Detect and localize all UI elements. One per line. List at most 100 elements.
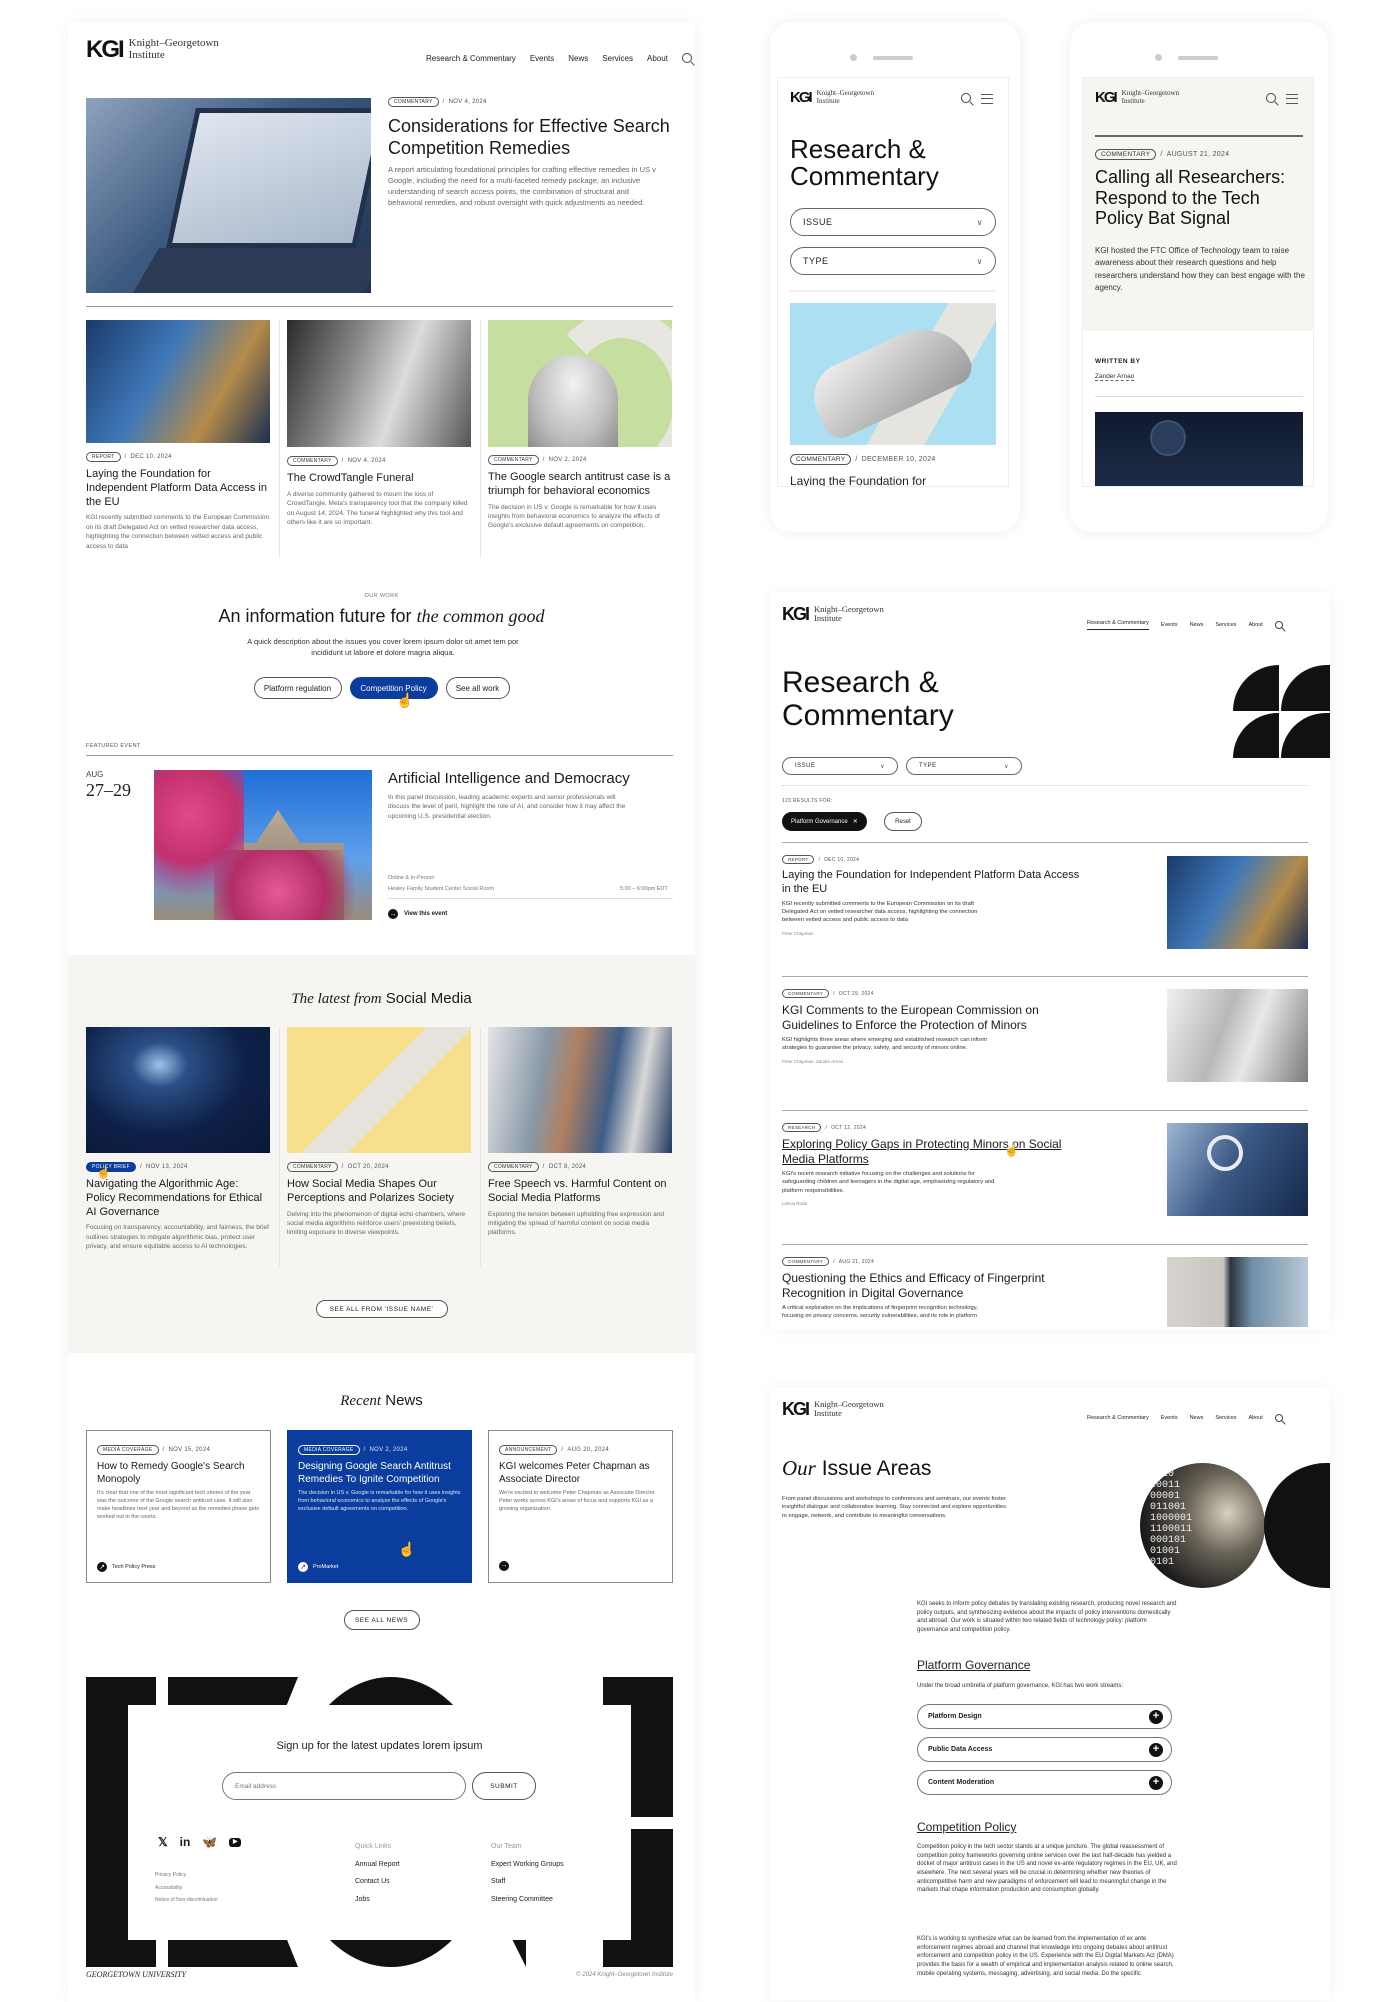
tag[interactable]: REPORT (86, 452, 121, 462)
tag[interactable]: COMMENTARY (790, 454, 852, 465)
news-link[interactable]: → (499, 1554, 509, 1572)
see-all-news-button[interactable]: SEE ALL NEWS (343, 1610, 420, 1630)
nav-research[interactable]: Research & Commentary (426, 54, 516, 63)
search-icon[interactable] (1274, 621, 1283, 629)
event-image-campus[interactable] (154, 770, 372, 920)
card-title[interactable]: Navigating the Algorithmic Age: Policy R… (86, 1178, 270, 1219)
card-title[interactable]: How Social Media Shapes Our Perceptions … (287, 1178, 471, 1206)
item-title[interactable]: Laying the Foundation for Independent Pl… (782, 869, 1082, 897)
type-select[interactable]: TYPE ∨ (906, 757, 1022, 775)
search-icon[interactable] (961, 93, 971, 103)
nav-research[interactable]: Research & Commentary (1087, 620, 1149, 630)
news-card[interactable]: MEDIA COVERAGE / NOV 15, 2024 How to Remed… (86, 1430, 271, 1583)
article-title[interactable]: Laying the Foundation for Independent Pl… (86, 468, 270, 509)
card-title[interactable]: Free Speech vs. Harmful Content on Socia… (488, 1178, 672, 1206)
steering-committee-link[interactable]: Steering Committee (491, 1891, 564, 1909)
accordion-public-data-access[interactable]: Public Data Access + (917, 1737, 1172, 1762)
annual-report-link[interactable]: Annual Report (355, 1856, 400, 1874)
nav-about[interactable]: About (1248, 1415, 1262, 1421)
nav-news[interactable]: News (568, 54, 588, 63)
competition-policy-button[interactable]: Competition Policy (349, 677, 438, 699)
item-title[interactable]: Questioning the Ethics and Efficacy of F… (782, 1271, 1082, 1301)
close-icon[interactable]: ✕ (853, 818, 858, 825)
logo[interactable]: KGI Knight–Georgetown Institute (86, 38, 219, 62)
hero-title[interactable]: Considerations for Effective Search Comp… (388, 116, 678, 159)
article-image-researchers[interactable] (86, 320, 270, 443)
issue-select[interactable]: ISSUE ∨ (782, 757, 898, 775)
issue-select[interactable]: ISSUE ∨ (790, 208, 996, 236)
logo[interactable]: KGI Knight–Georgetown Institute (790, 89, 874, 105)
tag[interactable]: COMMENTARY (287, 456, 338, 466)
youtube-icon[interactable]: ▶ (229, 1837, 242, 1847)
georgetown-logo[interactable]: GEORGETOWN UNIVERSITY (86, 1970, 186, 1979)
active-filter-chip[interactable]: Platform Governance ✕ (782, 812, 867, 831)
news-card[interactable]: ANNOUNCEMENT / AUG 20, 2024 KGI welcomes P… (488, 1430, 673, 1583)
nav-news[interactable]: News (1190, 622, 1204, 628)
article-image-capitol[interactable] (488, 320, 672, 447)
bat-signal-image[interactable] (1095, 412, 1303, 486)
tag[interactable]: COMMENTARY (1095, 149, 1157, 160)
reset-button[interactable]: Reset (884, 812, 922, 831)
nav-events[interactable]: Events (530, 54, 554, 63)
competition-policy-heading[interactable]: Competition Policy (917, 1820, 1016, 1834)
news-title[interactable]: Designing Google Search Antitrust Remedi… (298, 1461, 461, 1486)
event-title[interactable]: Artificial Intelligence and Democracy (388, 770, 630, 789)
news-title[interactable]: How to Remedy Google's Search Monopoly (97, 1461, 260, 1486)
email-input[interactable] (222, 1772, 466, 1800)
article-title[interactable]: The Google search antitrust case is a tr… (488, 471, 672, 499)
contact-link[interactable]: Contact Us (355, 1873, 400, 1891)
tag[interactable]: RESEARCH (782, 1123, 822, 1132)
social-image-boy[interactable] (287, 1027, 471, 1153)
accordion-platform-design[interactable]: Platform Design + (917, 1704, 1172, 1729)
see-all-work-button[interactable]: See all work (445, 677, 510, 699)
item-author[interactable]: Leticia Roda (782, 1201, 1082, 1206)
platform-regulation-button[interactable]: Platform regulation (253, 677, 342, 699)
news-card-hovered[interactable]: MEDIA COVERAGE / NOV 2, 2024 Designing Goo… (287, 1430, 472, 1583)
submit-button[interactable]: SUBMIT (472, 1772, 536, 1800)
mobile-article-title-peek[interactable]: Laying the Foundation for (790, 474, 926, 486)
search-icon[interactable] (1274, 1414, 1283, 1422)
hamburger-menu-icon[interactable] (1286, 94, 1298, 104)
logo[interactable]: KGI Knight–Georgetown Institute (782, 605, 884, 623)
nav-about[interactable]: About (647, 54, 668, 63)
research-image-fingerprint[interactable] (1167, 1257, 1308, 1327)
hero-image-laptop[interactable] (86, 98, 371, 293)
tag[interactable]: COMMENTARY (782, 1257, 830, 1266)
search-icon[interactable] (1266, 93, 1276, 103)
logo[interactable]: KGI Knight–Georgetown Institute (782, 1400, 884, 1418)
accordion-content-moderation[interactable]: Content Moderation + (917, 1770, 1172, 1795)
article-title[interactable]: The CrowdTangle Funeral (287, 472, 471, 486)
accessibility-link[interactable]: Accessibility (155, 1882, 218, 1895)
research-image-vr[interactable] (1167, 989, 1308, 1082)
logo[interactable]: KGI Knight–Georgetown Institute (1095, 89, 1179, 105)
nav-services[interactable]: Services (1215, 1415, 1236, 1421)
news-title[interactable]: KGI welcomes Peter Chapman as Associate … (499, 1461, 662, 1486)
tag[interactable]: MEDIA COVERAGE (298, 1445, 360, 1455)
hamburger-menu-icon[interactable] (981, 94, 993, 104)
research-image-girl-headphones[interactable] (1167, 1123, 1308, 1216)
research-image-researchers[interactable] (1167, 856, 1308, 949)
tag[interactable]: ANNOUNCEMENT (499, 1445, 558, 1455)
nav-services[interactable]: Services (1215, 622, 1236, 628)
bluesky-icon[interactable]: 🦋 (202, 1835, 217, 1849)
x-twitter-icon[interactable]: 𝕏 (158, 1835, 168, 1849)
jobs-link[interactable]: Jobs (355, 1891, 400, 1909)
social-image-network[interactable] (86, 1027, 270, 1153)
nav-news[interactable]: News (1190, 1415, 1204, 1421)
tag[interactable]: COMMENTARY (488, 1162, 539, 1172)
item-title[interactable]: Exploring Policy Gaps in Protecting Mino… (782, 1137, 1082, 1167)
tag[interactable]: COMMENTARY (488, 455, 539, 465)
staff-link[interactable]: Staff (491, 1873, 564, 1891)
news-source[interactable]: ↗ Tech Policy Press (97, 1562, 155, 1572)
view-event-link[interactable]: → View this event (388, 909, 447, 919)
linkedin-icon[interactable]: in (180, 1835, 191, 1849)
nav-research[interactable]: Research & Commentary (1087, 1415, 1149, 1421)
nav-services[interactable]: Services (602, 54, 633, 63)
see-all-issue-button[interactable]: SEE ALL FROM 'ISSUE NAME' (315, 1300, 448, 1318)
nav-events[interactable]: Events (1161, 1415, 1178, 1421)
type-select[interactable]: TYPE ∨ (790, 247, 996, 275)
article-image-woman[interactable] (287, 320, 471, 447)
privacy-policy-link[interactable]: Privacy Policy (155, 1869, 218, 1882)
author-link[interactable]: Zander Arnao (1095, 373, 1135, 381)
tag[interactable]: MEDIA COVERAGE (97, 1445, 159, 1455)
